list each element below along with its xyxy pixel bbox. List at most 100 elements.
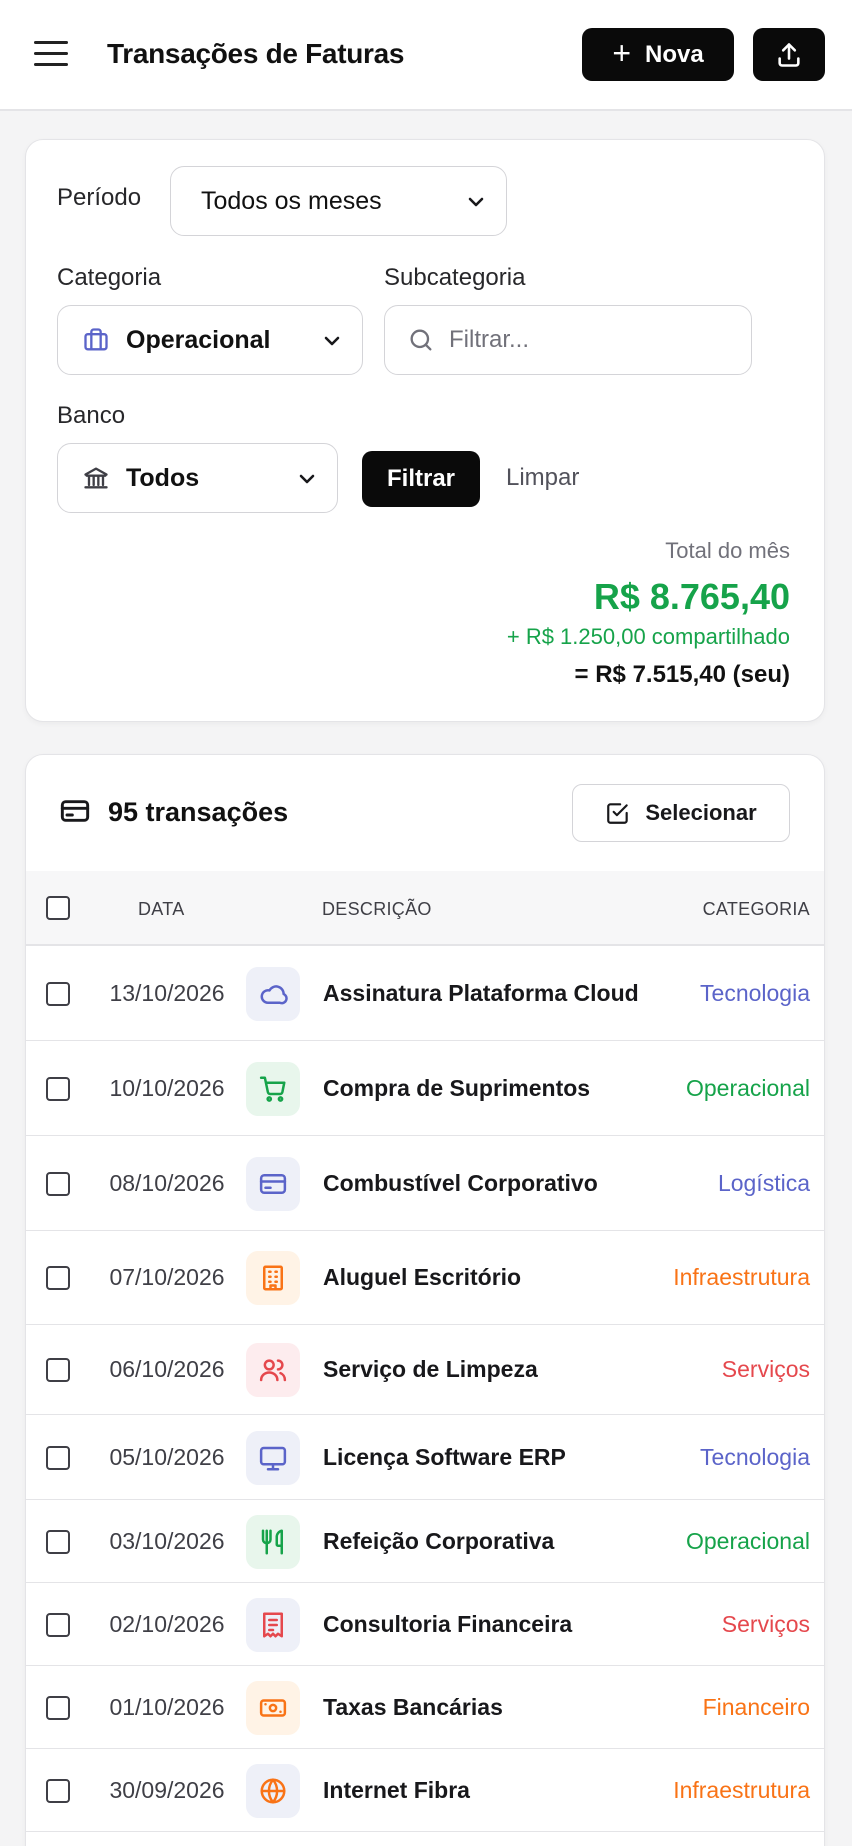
table-header: DATA DESCRIÇÃO CATEGORIA <box>26 871 824 946</box>
row-checkbox[interactable] <box>46 1529 70 1554</box>
row-description: Combustível Corporativo <box>323 1169 598 1196</box>
bank-value: Todos <box>126 463 200 492</box>
row-date: 10/10/2026 <box>109 1074 225 1101</box>
row-checkbox[interactable] <box>46 1358 70 1382</box>
new-transaction-button[interactable]: + Nova <box>582 28 734 81</box>
row-checkbox[interactable] <box>46 1612 70 1637</box>
column-description: DESCRIÇÃO <box>322 899 432 919</box>
row-category: Operacional <box>685 1074 810 1101</box>
row-icon-box <box>246 1343 300 1397</box>
row-icon-box <box>246 966 300 1021</box>
period-label: Período <box>57 184 142 211</box>
row-category: Operacional <box>685 1527 810 1554</box>
month-total-value: R$ 8.765,40 <box>593 576 790 617</box>
select-all-checkbox[interactable] <box>46 896 70 920</box>
row-description: Licença Software ERP <box>323 1443 566 1470</box>
row-date: 05/10/2026 <box>109 1443 225 1470</box>
clear-button[interactable]: Limpar <box>506 464 579 492</box>
row-icon-box <box>246 1514 300 1569</box>
row-date: 02/10/2026 <box>109 1610 225 1637</box>
table-row[interactable]: 30/09/2026 Internet Fibra Infraestrutura <box>26 1749 824 1832</box>
table-row[interactable]: 07/10/2026 Aluguel Escritório Infraestrutu… <box>26 1231 824 1325</box>
row-description: Internet Fibra <box>323 1776 470 1803</box>
export-button[interactable] <box>753 28 825 81</box>
row-icon-box <box>246 1597 300 1652</box>
row-date: 07/10/2026 <box>109 1264 225 1290</box>
briefcase-icon <box>84 328 108 351</box>
row-checkbox[interactable] <box>46 1076 70 1101</box>
table-row[interactable]: 10/10/2026 Compra de Suprimentos Operacion… <box>26 1041 824 1136</box>
category-select[interactable]: Operacional <box>57 305 363 375</box>
row-checkbox[interactable] <box>46 981 70 1006</box>
plus-icon: + <box>612 35 631 71</box>
own-amount: = R$ 7.515,40 (seu) <box>574 661 790 688</box>
row-icon-box <box>246 1680 300 1735</box>
column-date: DATA <box>138 899 185 919</box>
table-row[interactable]: 03/10/2026 Refeição Corporativa Operaciona… <box>26 1500 824 1583</box>
bank-label: Banco <box>57 402 126 429</box>
category-value: Operacional <box>126 325 271 354</box>
table-row[interactable]: 05/10/2026 Licença Software ERP Tecnologia <box>26 1415 824 1500</box>
filter-card: Período Todos os meses Categoria Operaci… <box>25 139 825 722</box>
menu-icon[interactable] <box>34 38 68 68</box>
app-header: Transações de Faturas + Nova <box>0 0 852 111</box>
receipt-icon <box>263 1612 283 1637</box>
cloud-icon <box>260 984 288 1004</box>
row-date: 13/10/2026 <box>109 979 225 1006</box>
row-date: 01/10/2026 <box>109 1693 225 1720</box>
select-button[interactable]: Selecionar <box>572 784 790 842</box>
subcategory-placeholder: Filtrar... <box>449 326 530 353</box>
row-checkbox[interactable] <box>46 1445 70 1470</box>
subcategory-search-input[interactable]: Filtrar... <box>384 305 752 375</box>
upload-icon <box>778 42 800 67</box>
row-category: Infraestrutura <box>673 1264 810 1290</box>
row-description: Taxas Bancárias <box>323 1693 503 1720</box>
row-date: 30/09/2026 <box>109 1776 225 1803</box>
utensils-icon <box>261 1529 283 1554</box>
row-date: 03/10/2026 <box>109 1527 225 1554</box>
chevron-down-icon <box>324 336 340 346</box>
row-icon-box <box>246 1763 300 1818</box>
select-button-label: Selecionar <box>645 800 757 825</box>
table-row[interactable]: 08/10/2026 Combustível Corporativo Logísti… <box>26 1136 824 1231</box>
period-select[interactable]: Todos os meses <box>170 166 507 236</box>
row-date: 06/10/2026 <box>109 1356 225 1382</box>
check-square-icon <box>607 803 629 824</box>
row-description: Assinatura Plataforma Cloud <box>323 979 639 1006</box>
page-title: Transações de Faturas <box>107 38 405 69</box>
table-row[interactable]: 13/10/2026 Assinatura Plataforma Cloud Tec… <box>26 946 824 1041</box>
row-description: Refeição Corporativa <box>323 1527 555 1554</box>
row-category: Tecnologia <box>700 979 810 1006</box>
row-checkbox[interactable] <box>46 1778 70 1803</box>
subcategory-label: Subcategoria <box>384 264 526 291</box>
row-date: 08/10/2026 <box>109 1169 225 1196</box>
banknote-icon <box>259 1698 287 1717</box>
credit-card-icon <box>259 1173 287 1194</box>
row-category: Serviços <box>721 1610 810 1637</box>
row-category: Financeiro <box>702 1693 810 1720</box>
filter-button[interactable]: Filtrar <box>362 451 480 507</box>
row-icon-box <box>246 1430 300 1485</box>
table-row[interactable]: 02/10/2026 Consultoria Financeira Serviços <box>26 1583 824 1666</box>
row-checkbox[interactable] <box>46 1266 70 1290</box>
row-checkbox[interactable] <box>46 1695 70 1720</box>
category-label: Categoria <box>57 264 162 291</box>
monitor-icon <box>259 1446 287 1470</box>
chevron-down-icon <box>299 474 315 484</box>
transactions-card: 95 transações Selecionar DATA DESCRIÇÃO … <box>25 754 825 1846</box>
table-row[interactable]: 01/10/2026 Taxas Bancárias Financeiro <box>26 1666 824 1749</box>
column-category: CATEGORIA <box>702 899 810 919</box>
bank-select[interactable]: Todos <box>57 443 338 513</box>
row-checkbox[interactable] <box>46 1171 70 1196</box>
new-button-label: Nova <box>645 40 704 68</box>
credit-card-icon <box>60 800 90 822</box>
month-total-label: Total do mês <box>665 538 790 563</box>
cart-icon <box>259 1076 286 1102</box>
building-icon <box>263 1265 283 1291</box>
table-row[interactable]: 06/10/2026 Serviço de Limpeza Serviços <box>26 1325 824 1415</box>
globe-icon <box>260 1778 286 1803</box>
row-category: Serviços <box>721 1356 810 1382</box>
row-description: Aluguel Escritório <box>323 1264 522 1290</box>
shared-amount: + R$ 1.250,00 compartilhado <box>506 624 790 649</box>
row-description: Serviço de Limpeza <box>323 1356 538 1382</box>
